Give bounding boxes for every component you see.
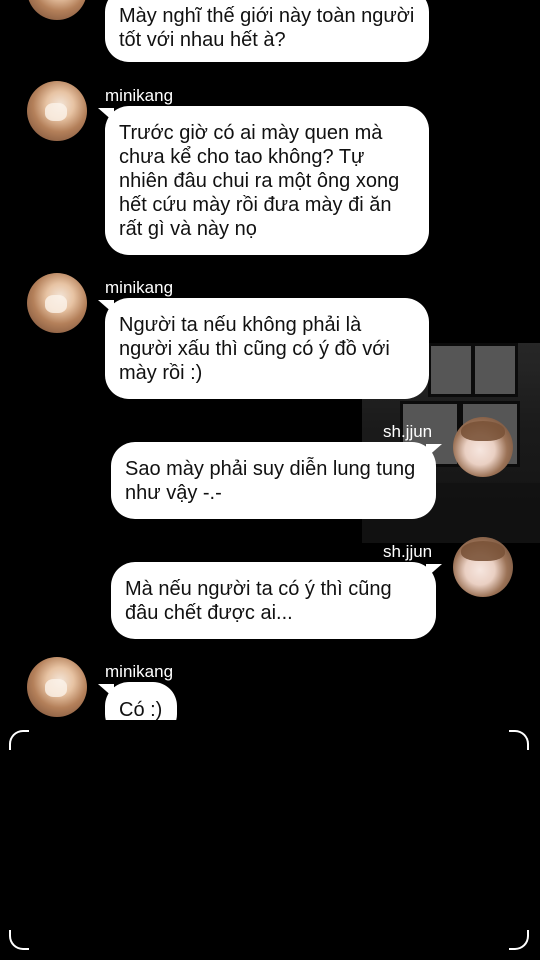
sender-name: sh.jjun xyxy=(383,422,433,441)
avatar-minikang[interactable] xyxy=(27,657,87,717)
message-text: Sao mày phải suy diễn lung tung như vậy … xyxy=(125,458,416,504)
avatar-shjjun[interactable] xyxy=(453,417,513,477)
message-bubble[interactable]: Mày nghĩ thế giới này toàn người tốt với… xyxy=(105,0,429,62)
message-text: Người ta nếu không phải là người xấu thì… xyxy=(119,314,390,384)
message-text: Mà nếu người ta có ý thì cũng đâu chết đ… xyxy=(125,578,392,624)
message-bubble[interactable]: Có :) xyxy=(105,682,177,720)
message-text: Có :) xyxy=(119,699,163,720)
message-text: Trước giờ có ai mày quen mà chưa kể cho … xyxy=(119,122,400,240)
sender-name: minikang xyxy=(105,86,174,105)
avatar-minikang[interactable] xyxy=(27,0,87,20)
frame-corner-top-right xyxy=(509,730,529,750)
message-bubble[interactable]: Người ta nếu không phải là người xấu thì… xyxy=(105,298,429,399)
sender-name: minikang xyxy=(105,278,174,297)
frame-corner-bottom-right xyxy=(509,930,529,950)
message-bubble[interactable]: Mà nếu người ta có ý thì cũng đâu chết đ… xyxy=(111,562,436,639)
sender-name: sh.jjun xyxy=(383,542,433,561)
message-bubble[interactable]: Sao mày phải suy diễn lung tung như vậy … xyxy=(111,442,436,519)
avatar-minikang[interactable] xyxy=(27,273,87,333)
avatar-minikang[interactable] xyxy=(27,81,87,141)
message-text: Mày nghĩ thế giới này toàn người tốt với… xyxy=(119,5,415,51)
frame-corner-bottom-left xyxy=(9,930,29,950)
avatar-shjjun[interactable] xyxy=(453,537,513,597)
message-bubble[interactable]: Trước giờ có ai mày quen mà chưa kể cho … xyxy=(105,106,429,255)
chat-thread[interactable]: Mày nghĩ thế giới này toàn người tốt với… xyxy=(0,0,540,720)
frame-corner-top-left xyxy=(9,730,29,750)
sender-name: minikang xyxy=(105,662,174,681)
